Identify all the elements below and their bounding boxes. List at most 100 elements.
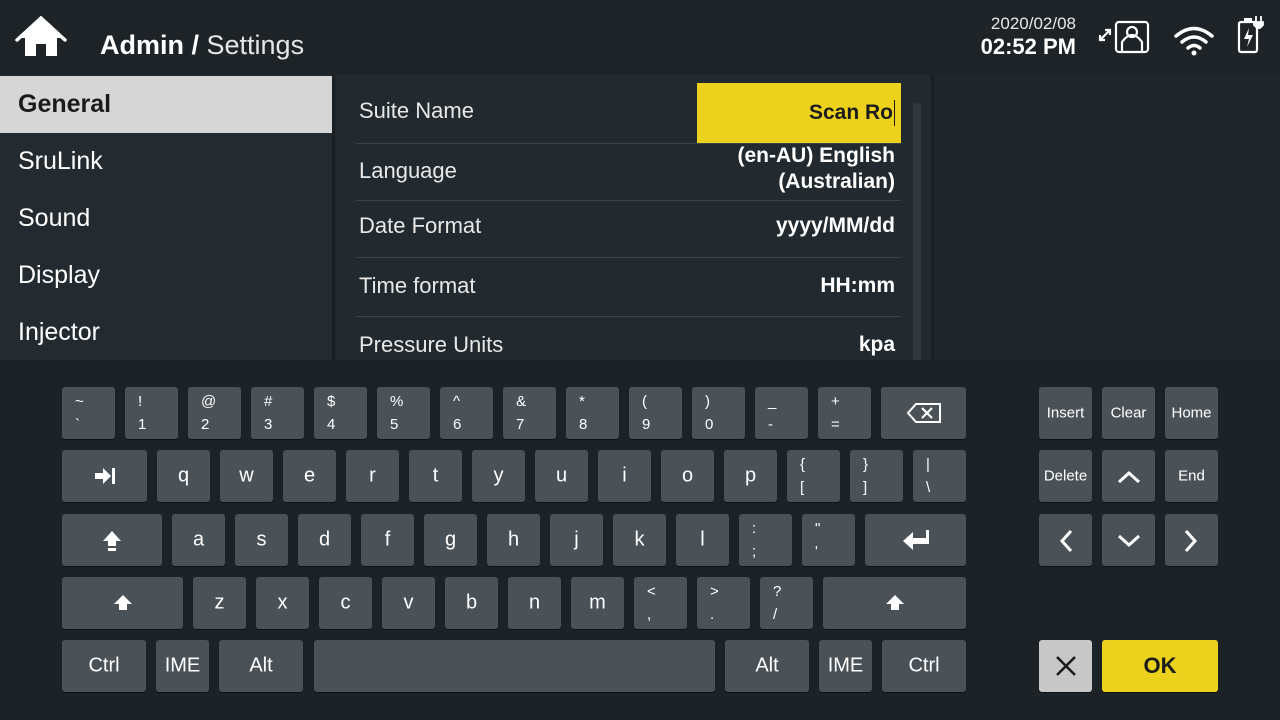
key-z[interactable]: z (193, 577, 246, 629)
key-right-bracket[interactable]: }] (850, 450, 903, 502)
key-p[interactable]: p (724, 450, 777, 502)
ime-left-key[interactable]: IME (156, 640, 209, 692)
cancel-button[interactable] (1039, 640, 1092, 692)
sidebar-item-injector[interactable]: Injector (0, 304, 332, 361)
ime-right-key[interactable]: IME (819, 640, 872, 692)
key-n[interactable]: n (508, 577, 561, 629)
ok-button[interactable]: OK (1102, 640, 1218, 692)
sidebar-item-srulink[interactable]: SruLink (0, 133, 332, 190)
sidebar-item-general[interactable]: General (0, 76, 332, 133)
key-label: Ctrl (88, 654, 120, 677)
key-b[interactable]: b (445, 577, 498, 629)
home-icon (15, 16, 67, 56)
delete-key[interactable]: Delete (1039, 450, 1092, 502)
key-w[interactable]: w (220, 450, 273, 502)
key-a[interactable]: a (172, 514, 225, 566)
tab-key[interactable] (62, 450, 147, 502)
key-label-top: ~ (75, 393, 84, 410)
key-1[interactable]: ! 1 (125, 387, 178, 439)
key-l[interactable]: l (676, 514, 729, 566)
home-button[interactable] (14, 12, 68, 62)
key-equals[interactable]: + = (818, 387, 871, 439)
key-d[interactable]: d (298, 514, 351, 566)
key-x[interactable]: x (256, 577, 309, 629)
key-label-bottom: 2 (201, 416, 210, 433)
key-o[interactable]: o (661, 450, 714, 502)
key-k[interactable]: k (613, 514, 666, 566)
date-format-row[interactable]: Date Format yyyy/MM/dd (356, 200, 901, 258)
sidebar-item-display[interactable]: Display (0, 247, 332, 304)
key-label: Ctrl (908, 654, 940, 677)
key-g[interactable]: g (424, 514, 477, 566)
key-label-bottom: \ (926, 479, 931, 496)
key-s[interactable]: s (235, 514, 288, 566)
sidebar-item-sound[interactable]: Sound (0, 190, 332, 247)
arrow-down-key[interactable] (1102, 514, 1155, 566)
language-row[interactable]: Language (en-AU) English (Australian) (356, 143, 901, 201)
key-y[interactable]: y (472, 450, 525, 502)
key-4[interactable]: $4 (314, 387, 367, 439)
key-f[interactable]: f (361, 514, 414, 566)
key-quote[interactable]: " ' (802, 514, 855, 566)
space-key[interactable] (314, 640, 715, 692)
ctrl-left-key[interactable]: Ctrl (62, 640, 146, 692)
enter-key[interactable] (865, 514, 966, 566)
chevron-up-icon (1117, 470, 1141, 484)
key-left-bracket[interactable]: {[ (787, 450, 840, 502)
key-r[interactable]: r (346, 450, 399, 502)
key-semicolon[interactable]: :; (739, 514, 792, 566)
key-9[interactable]: (9 (629, 387, 682, 439)
key-label: z (214, 591, 225, 614)
key-e[interactable]: e (283, 450, 336, 502)
left-shift-key[interactable] (62, 577, 183, 629)
date-format-value: yyyy/MM/dd (775, 214, 895, 237)
alt-right-key[interactable]: Alt (725, 640, 809, 692)
key-i[interactable]: i (598, 450, 651, 502)
home-key[interactable]: Home (1165, 387, 1218, 439)
backspace-key[interactable] (881, 387, 966, 439)
key-label: d (318, 528, 331, 551)
key-q[interactable]: q (157, 450, 210, 502)
alt-left-key[interactable]: Alt (219, 640, 303, 692)
key-backslash[interactable]: | \ (913, 450, 966, 502)
key-h[interactable]: h (487, 514, 540, 566)
key-m[interactable]: m (571, 577, 624, 629)
end-key[interactable]: End (1165, 450, 1218, 502)
time-format-row[interactable]: Time format HH:mm (356, 257, 901, 317)
arrow-up-key[interactable] (1102, 450, 1155, 502)
key-u[interactable]: u (535, 450, 588, 502)
key-label-top: % (390, 393, 404, 410)
key-label: x (277, 591, 288, 614)
key-8[interactable]: * 8 (566, 387, 619, 439)
key-label: m (589, 591, 606, 614)
clear-key[interactable]: Clear (1102, 387, 1155, 439)
right-shift-key[interactable] (823, 577, 966, 629)
key-2[interactable]: @2 (188, 387, 241, 439)
key-6[interactable]: ^ 6 (440, 387, 493, 439)
key-7[interactable]: & 7 (503, 387, 556, 439)
arrow-right-key[interactable] (1165, 514, 1218, 566)
key-label-bottom: ; (752, 543, 757, 560)
key-0[interactable]: ) 0 (692, 387, 745, 439)
caps-lock-key[interactable] (62, 514, 162, 566)
suite-name-input[interactable]: Scan Ro (697, 83, 901, 143)
key-label-top: + (831, 393, 840, 410)
key-t[interactable]: t (409, 450, 462, 502)
settings-scrollbar[interactable] (913, 103, 921, 360)
ctrl-right-key[interactable]: Ctrl (882, 640, 966, 692)
key-v[interactable]: v (382, 577, 435, 629)
close-icon (1056, 656, 1076, 676)
key-comma[interactable]: <, (634, 577, 687, 629)
key-minus[interactable]: _ - (755, 387, 808, 439)
key-label-top: * (579, 393, 585, 410)
pressure-units-row[interactable]: Pressure Units kpa (356, 316, 901, 360)
key-slash[interactable]: ? / (760, 577, 813, 629)
key-5[interactable]: % 5 (377, 387, 430, 439)
key-j[interactable]: j (550, 514, 603, 566)
key-3[interactable]: #3 (251, 387, 304, 439)
insert-key[interactable]: Insert (1039, 387, 1092, 439)
key-backtick[interactable]: ~ ` (62, 387, 115, 439)
key-period[interactable]: >. (697, 577, 750, 629)
key-c[interactable]: c (319, 577, 372, 629)
arrow-left-key[interactable] (1039, 514, 1092, 566)
